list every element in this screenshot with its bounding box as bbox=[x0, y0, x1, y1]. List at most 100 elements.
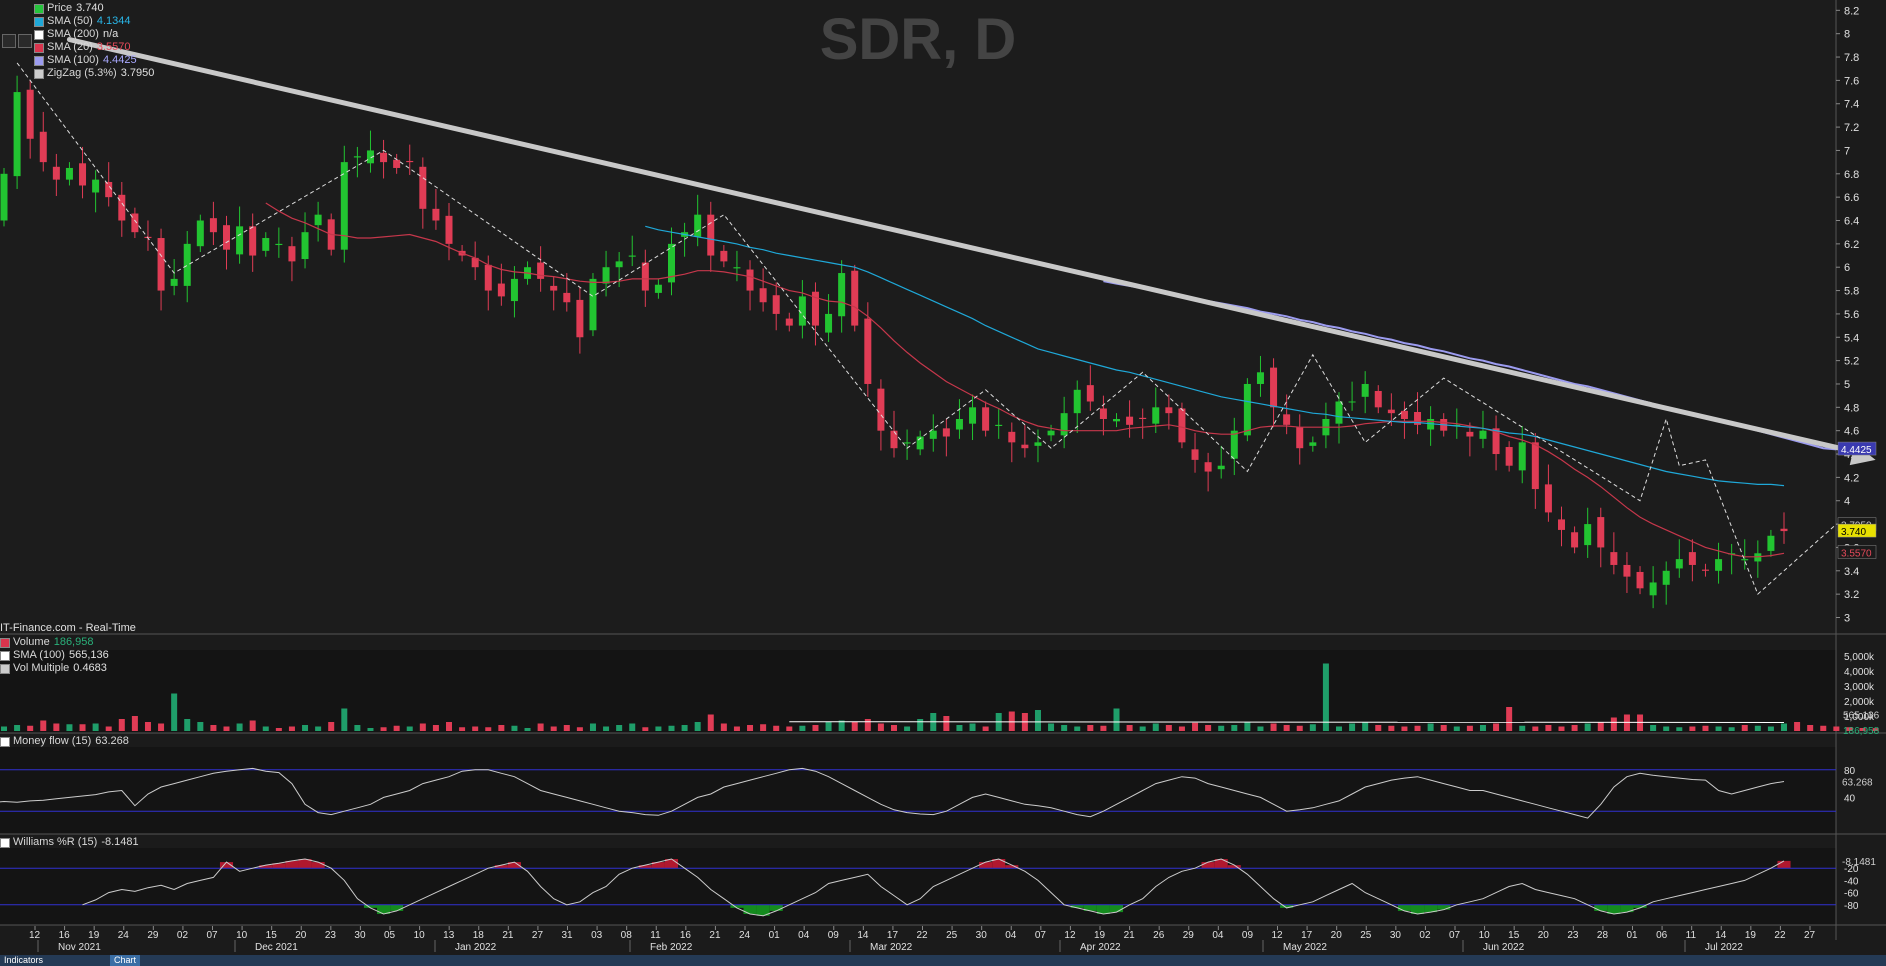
price-candle bbox=[1662, 570, 1670, 585]
x-day-label: 14 bbox=[1715, 930, 1727, 941]
price-candle bbox=[393, 159, 401, 168]
price-candle bbox=[969, 407, 977, 424]
price-candle bbox=[733, 267, 741, 269]
panel-settings-button[interactable] bbox=[18, 34, 32, 48]
volume-bar bbox=[1034, 710, 1041, 731]
x-day-label: 12 bbox=[1272, 930, 1284, 941]
volume-legend-value: 565,136 bbox=[68, 649, 109, 661]
price-candle bbox=[864, 318, 872, 384]
volume-bar bbox=[328, 722, 335, 731]
x-day-label: 12 bbox=[29, 930, 41, 941]
price-legend-swatch bbox=[34, 42, 44, 53]
price-candle bbox=[432, 208, 440, 221]
price-legend-name: SMA (100) bbox=[47, 54, 99, 66]
price-candle bbox=[1701, 569, 1709, 571]
volume-bar bbox=[262, 726, 269, 731]
volume-bar bbox=[275, 728, 282, 731]
price-legend-swatch bbox=[34, 55, 44, 66]
x-day-label: 04 bbox=[1005, 930, 1017, 941]
price-candle bbox=[903, 442, 911, 444]
price-candle bbox=[275, 243, 283, 246]
price-candle bbox=[170, 278, 178, 286]
price-candle bbox=[1073, 389, 1081, 414]
taskbar-chart-button[interactable]: Chart bbox=[110, 955, 141, 966]
wr-overbought-fill bbox=[311, 862, 325, 869]
price-candle bbox=[288, 246, 296, 262]
volume-bar bbox=[1401, 726, 1408, 731]
price-candle bbox=[877, 388, 885, 431]
volume-bar bbox=[1322, 663, 1329, 731]
x-day-label: 04 bbox=[798, 930, 810, 941]
price-tick-label: 3.2 bbox=[1844, 589, 1859, 601]
price-candle bbox=[353, 156, 361, 158]
volume-bar bbox=[1676, 727, 1683, 731]
volume-bar bbox=[1506, 707, 1513, 731]
volume-bar bbox=[1833, 726, 1840, 731]
price-candle bbox=[1191, 449, 1199, 460]
volume-bar bbox=[144, 722, 151, 731]
volume-tick-label: 4,000k bbox=[1844, 667, 1875, 678]
volume-bar bbox=[773, 725, 780, 731]
wr-legend-name: Williams %R (15) bbox=[13, 836, 98, 848]
price-candle bbox=[249, 226, 257, 256]
price-candle bbox=[641, 262, 649, 291]
symbol-watermark: SDR, D bbox=[819, 7, 1017, 72]
price-candle bbox=[196, 220, 204, 247]
price-tick-label: 7.2 bbox=[1844, 122, 1859, 134]
price-candle bbox=[759, 288, 767, 303]
price-candle bbox=[772, 295, 780, 314]
price-tick-label: 7.8 bbox=[1844, 52, 1859, 64]
panel-menu-button[interactable] bbox=[2, 34, 16, 48]
price-tick-label: 3.4 bbox=[1844, 566, 1859, 578]
price-candle bbox=[262, 238, 270, 251]
price-candle bbox=[1178, 408, 1186, 443]
price-candle bbox=[1152, 407, 1160, 424]
mfi-legend-value: 63.268 bbox=[95, 735, 129, 747]
price-candle bbox=[1034, 442, 1042, 446]
price-candle bbox=[628, 255, 636, 257]
price-legend-swatch bbox=[34, 68, 44, 79]
volume-bar bbox=[236, 723, 243, 731]
volume-bar bbox=[707, 714, 714, 731]
panel-bg bbox=[0, 747, 1836, 834]
price-tick-label: 7 bbox=[1844, 145, 1850, 157]
x-day-label: 18 bbox=[473, 930, 485, 941]
x-day-label: 24 bbox=[118, 930, 130, 941]
price-candle bbox=[537, 262, 545, 279]
wr-tick-label: -60 bbox=[1844, 889, 1859, 900]
price-candle bbox=[1715, 559, 1723, 571]
data-source-label: IT-Finance.com - Real-Time bbox=[0, 622, 136, 634]
volume-legend-name: Volume bbox=[13, 636, 50, 648]
volume-bar bbox=[92, 723, 99, 731]
x-day-label: 22 bbox=[1774, 930, 1786, 941]
price-candle bbox=[1113, 419, 1120, 422]
price-candle bbox=[92, 179, 100, 193]
price-candle bbox=[654, 284, 662, 293]
wr-legend-value: -8.1481 bbox=[101, 836, 139, 848]
price-legend-name: SMA (200) bbox=[47, 28, 99, 40]
volume-bar bbox=[223, 726, 230, 731]
x-month-label: May 2022 bbox=[1283, 942, 1327, 953]
volume-bar bbox=[1048, 723, 1055, 731]
price-candle bbox=[26, 89, 34, 139]
price-legend-item: ZigZag (5.3%) 3.7950 bbox=[34, 67, 154, 80]
price-candle bbox=[982, 407, 990, 431]
price-candle bbox=[1584, 524, 1592, 546]
price-candle bbox=[1217, 465, 1225, 470]
taskbar-start[interactable]: Indicators bbox=[4, 955, 43, 966]
price-legend-item: SMA (20) 3.5570 bbox=[34, 41, 154, 54]
volume-bar bbox=[720, 723, 727, 731]
volume-bar bbox=[249, 720, 256, 731]
x-day-label: 25 bbox=[1360, 930, 1372, 941]
volume-bar bbox=[1767, 726, 1774, 731]
volume-bar bbox=[1244, 722, 1251, 731]
volume-bar bbox=[1689, 726, 1696, 731]
x-day-label: 10 bbox=[1479, 930, 1491, 941]
price-legend-value: 3.5570 bbox=[96, 41, 131, 53]
price-candle bbox=[890, 430, 898, 449]
price-candle bbox=[1649, 582, 1657, 596]
price-candle bbox=[563, 292, 571, 303]
price-candle bbox=[1780, 528, 1788, 532]
x-month-label: Jul 2022 bbox=[1705, 942, 1743, 953]
price-candle bbox=[419, 166, 427, 209]
